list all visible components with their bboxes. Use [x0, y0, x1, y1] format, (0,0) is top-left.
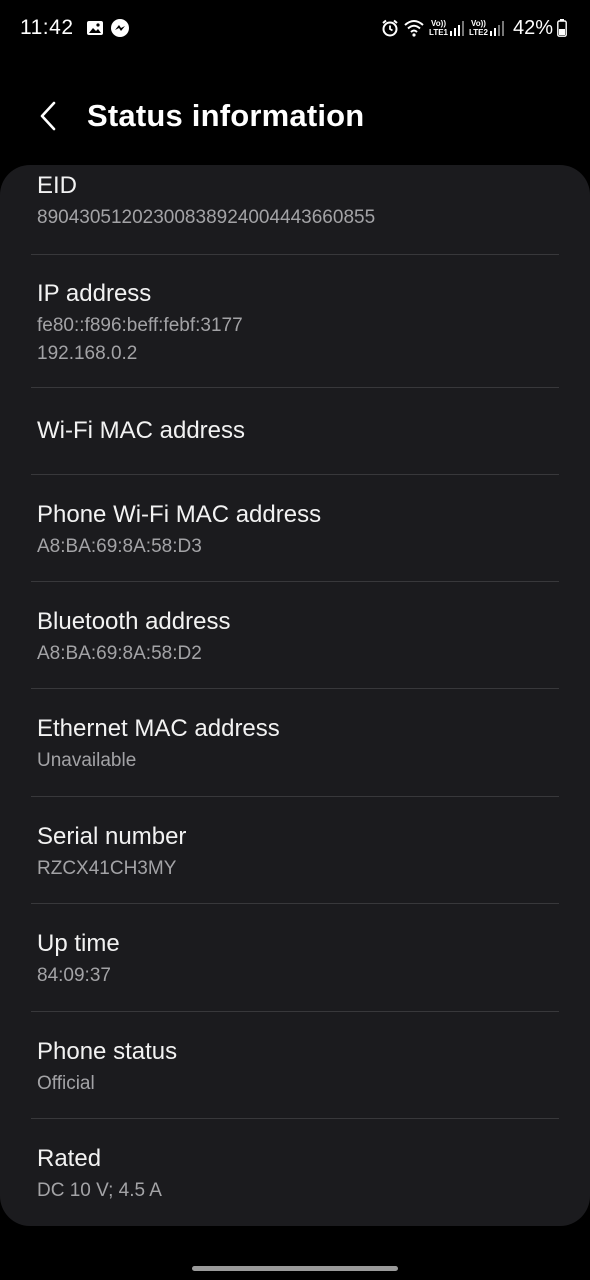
list-item-ethernet-mac-address[interactable]: Ethernet MAC address Unavailable [0, 689, 590, 796]
item-title: Phone Wi-Fi MAC address [37, 501, 322, 528]
list-item-serial-number[interactable]: Serial number RZCX41CH3MY [0, 797, 590, 904]
back-button[interactable] [30, 96, 66, 136]
messenger-notification-icon [110, 18, 130, 38]
item-value: A8:BA:69:8A:58:D3 [37, 536, 202, 557]
item-title: Wi-Fi MAC address [37, 417, 246, 444]
status-info-list: EID 89043051202300838924004443660855 IP … [0, 165, 590, 1226]
gesture-nav-handle[interactable] [192, 1266, 398, 1271]
battery-percentage: 42% [512, 16, 553, 39]
item-title: Phone status [37, 1038, 178, 1065]
item-value: 192.168.0.2 [37, 343, 138, 364]
list-item-ip-address[interactable]: IP address fe80::f896:beff:febf:3177 192… [0, 255, 590, 388]
item-value: DC 10 V; 4.5 A [37, 1180, 162, 1201]
item-title: Serial number [37, 823, 187, 850]
list-item-phone-status[interactable]: Phone status Official [0, 1012, 590, 1119]
list-item-phone-wifi-mac-address[interactable]: Phone Wi-Fi MAC address A8:BA:69:8A:58:D… [0, 475, 590, 581]
item-title: Ethernet MAC address [37, 715, 280, 742]
gallery-notification-icon [86, 19, 104, 37]
page-title: Status information [87, 98, 365, 133]
item-value: A8:BA:69:8A:58:D2 [37, 643, 202, 664]
item-value: fe80::f896:beff:febf:3177 [37, 315, 243, 336]
list-item-bluetooth-address[interactable]: Bluetooth address A8:BA:69:8A:58:D2 [0, 582, 590, 689]
item-title: EID [37, 172, 78, 199]
battery-icon [557, 19, 567, 37]
lte2-indicator: Vo)) LTE2 [469, 19, 488, 37]
chevron-left-icon [40, 101, 56, 131]
lte1-indicator: Vo)) LTE1 [429, 19, 448, 37]
item-title: IP address [37, 280, 152, 307]
alarm-icon [381, 19, 399, 37]
signal-strength-1-icon [450, 20, 464, 36]
item-title: Up time [37, 930, 120, 957]
app-bar: Status information [0, 90, 590, 144]
item-value: Official [37, 1073, 95, 1094]
list-item-up-time[interactable]: Up time 84:09:37 [0, 904, 590, 1011]
clock: 11:42 [20, 16, 74, 39]
status-bar: 11:42 Vo)) LTE1 Vo)) LTE2 42% [0, 0, 590, 56]
item-value: Unavailable [37, 750, 137, 771]
item-value: 84:09:37 [37, 965, 111, 986]
signal-strength-2-icon [489, 20, 504, 36]
item-value: 89043051202300838924004443660855 [37, 207, 376, 228]
list-item-rated[interactable]: Rated DC 10 V; 4.5 A [0, 1119, 590, 1226]
item-value: RZCX41CH3MY [37, 858, 177, 879]
item-title: Rated [37, 1145, 102, 1172]
list-item-wifi-mac-address[interactable]: Wi-Fi MAC address [0, 388, 590, 474]
item-title: Bluetooth address [37, 608, 231, 635]
list-item-eid[interactable]: EID 89043051202300838924004443660855 [0, 165, 590, 255]
wifi-icon [404, 19, 424, 37]
